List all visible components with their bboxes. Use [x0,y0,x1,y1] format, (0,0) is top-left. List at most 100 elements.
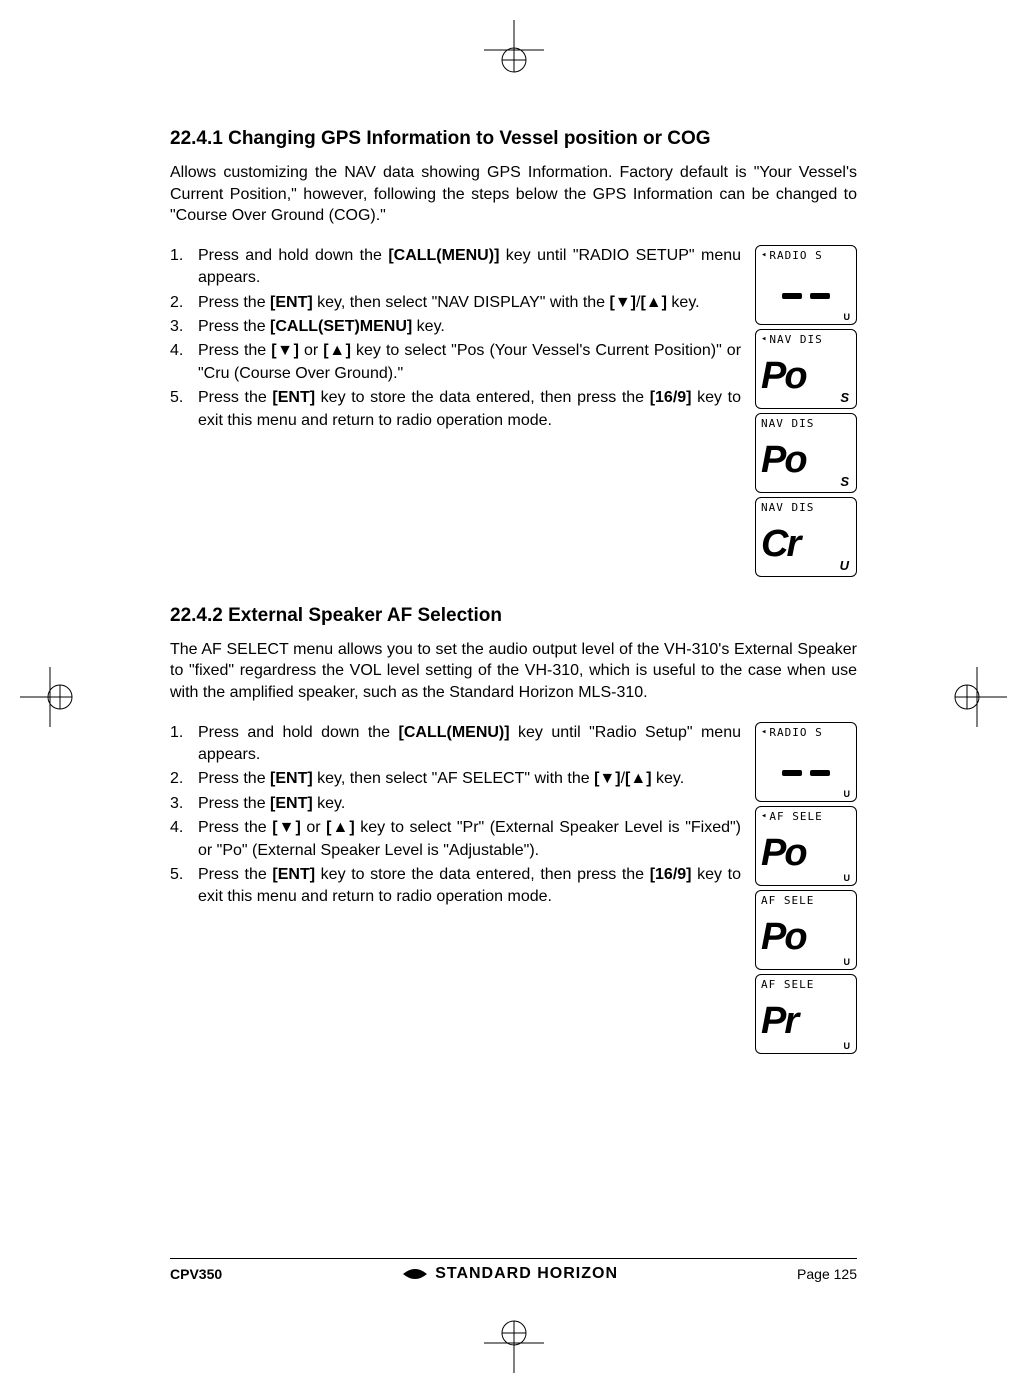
step: 5. Press the [ENT] key to store the data… [170,387,741,432]
section-1-steps: 1. Press and hold down the [CALL(MENU)] … [170,245,741,434]
lcd-display: ◂RADIO S U [755,245,857,325]
footer-page-number: Page 125 [797,1266,857,1282]
t: Press the [198,770,270,787]
t: Press the [198,795,270,812]
lcd-main: Po U [761,824,851,882]
step-num: 4. [170,817,198,862]
t: [▲] [326,819,355,836]
t: [▲] [640,294,667,311]
swoosh-icon [401,1266,429,1282]
t: Press the [198,866,272,883]
step: 4. Press the [▼] or [▲] key to select "P… [170,340,741,385]
lcd-label: AF SELE [761,894,814,907]
t: [▲] [323,342,351,359]
lcd-corner: U [844,957,851,967]
lcd-value: Po [761,441,806,479]
t: [▼] [272,819,301,836]
lcd-top: NAV DIS [761,501,851,515]
lcd-top: NAV DIS [761,417,851,431]
step-num: 2. [170,292,198,314]
step: 2. Press the [ENT] key, then select "NAV… [170,292,741,314]
section-1-lcds: ◂RADIO S U ◂NAV DIS Po S U NAV DIS Po [755,245,857,577]
t: key, then select "AF SELECT" with the [313,770,594,787]
step-text: Press the [ENT] key to store the data en… [198,387,741,432]
t: Press and hold down the [198,247,388,264]
step-num: 5. [170,864,198,909]
lcd-value: Po [761,357,806,395]
t: [ENT] [270,770,313,787]
section-2-intro: The AF SELECT menu allows you to set the… [170,639,857,704]
lcd-main: Po S [761,431,851,489]
t: [ENT] [270,795,313,812]
lcd-top: AF SELE [761,894,851,908]
footer-logo-text: STANDARD HORIZON [435,1265,618,1283]
lcd-display: NAV DIS Po S [755,413,857,493]
lcd-display: ◂AF SELE Po U [755,806,857,886]
lcd-label: NAV DIS [761,417,814,430]
lcd-value: Po [761,834,806,872]
lcd-top: ◂RADIO S [761,249,851,263]
section-1-heading: 22.4.1 Changing GPS Information to Vesse… [170,128,857,150]
lcd-label: NAV DIS [769,333,822,346]
lcd-main: Po U [761,908,851,966]
t: [▲] [625,770,652,787]
t: [16/9] [650,866,692,883]
t: [ENT] [272,866,315,883]
t: key to store the data entered, then pres… [315,866,650,883]
step: 3. Press the [CALL(SET)MENU] key. [170,316,741,338]
t: [▼] [610,294,637,311]
t: [ENT] [270,294,313,311]
t: key, then select "NAV DISPLAY" with the [313,294,610,311]
step: 1. Press and hold down the [CALL(MENU)] … [170,245,741,290]
lcd-corner: U [844,873,851,883]
section-1-intro: Allows customizing the NAV data showing … [170,162,857,227]
step-text: Press the [ENT] key, then select "NAV DI… [198,292,741,314]
step-text: Press and hold down the [CALL(MENU)] key… [198,722,741,767]
t: Press the [198,389,272,406]
step-num: 3. [170,793,198,815]
footer-model: CPV350 [170,1266,222,1282]
t: key. [667,294,700,311]
lcd-display: ◂NAV DIS Po S U [755,329,857,409]
t: key. [412,318,445,335]
lcd-arrow-icon: ◂ [761,335,767,344]
section-2-steps: 1. Press and hold down the [CALL(MENU)] … [170,722,741,911]
lcd-sub: S [840,390,849,405]
t: or [301,819,326,836]
lcd-display: NAV DIS Cr U [755,497,857,577]
lcd-main: Pr U [761,992,851,1050]
lcd-top: ◂AF SELE [761,810,851,824]
step: 2. Press the [ENT] key, then select "AF … [170,768,741,790]
lcd-label: AF SELE [769,810,822,823]
lcd-label: RADIO S [769,726,822,739]
lcd-top: ◂NAV DIS [761,333,851,347]
step-num: 5. [170,387,198,432]
lcd-value: Po [761,918,806,956]
footer-logo: STANDARD HORIZON [401,1265,618,1283]
lcd-sub: S [840,474,849,489]
step-text: Press the [CALL(SET)MENU] key. [198,316,741,338]
step-text: Press the [▼] or [▲] key to select "Pr" … [198,817,741,862]
t: Press the [198,294,270,311]
section-2-lcds: ◂RADIO S U ◂AF SELE Po U AF SELE Po U [755,722,857,1054]
step-num: 3. [170,316,198,338]
t: [CALL(SET)MENU] [270,318,412,335]
t: [CALL(MENU)] [399,724,510,741]
step: 3. Press the [ENT] key. [170,793,741,815]
lcd-arrow-icon: ◂ [761,728,767,737]
step-text: Press and hold down the [CALL(MENU)] key… [198,245,741,290]
step: 1. Press and hold down the [CALL(MENU)] … [170,722,741,767]
lcd-display: AF SELE Pr U [755,974,857,1054]
lcd-arrow-icon: ◂ [761,812,767,821]
t: or [299,342,323,359]
lcd-main: Po S U [761,347,851,405]
lcd-label: RADIO S [769,249,822,262]
t: Press the [198,342,271,359]
t: key to store the data entered, then pres… [315,389,650,406]
lcd-top: AF SELE [761,978,851,992]
lcd-label: AF SELE [761,978,814,991]
t: [CALL(MENU)] [388,247,499,264]
t: key. [652,770,685,787]
step-text: Press the [ENT] key, then select "AF SEL… [198,768,741,790]
lcd-value: Pr [761,1002,797,1040]
